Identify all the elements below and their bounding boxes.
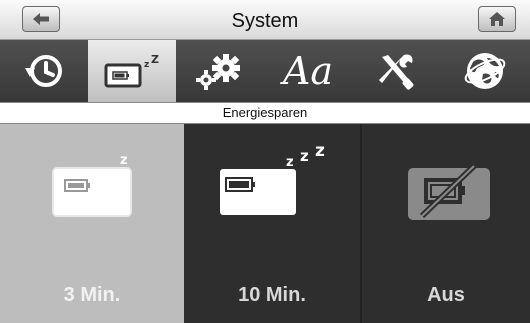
tab-font[interactable]: Aa: [264, 40, 352, 102]
battery-off-icon: [408, 163, 490, 220]
option-off[interactable]: Aus: [362, 124, 530, 323]
section-title: Energiesparen: [0, 102, 530, 124]
svg-text:Z: Z: [151, 53, 159, 66]
svg-text:z: z: [315, 142, 325, 161]
header-bar: System: [0, 0, 530, 40]
option-label: 10 Min.: [238, 284, 306, 306]
sleep-battery-icon: z z z: [218, 142, 325, 217]
tab-settings[interactable]: [176, 40, 264, 102]
svg-text:z: z: [120, 153, 128, 168]
sleep-battery-icon: z: [52, 153, 132, 217]
home-button[interactable]: [478, 6, 516, 32]
gears-icon: [196, 54, 240, 90]
clock-history-icon: [25, 55, 62, 87]
option-3-min[interactable]: z 3 Min.: [0, 124, 184, 323]
svg-text:z: z: [300, 147, 309, 165]
globe-icon: [464, 53, 506, 89]
option-label: Aus: [427, 284, 465, 306]
option-label: 3 Min.: [63, 284, 121, 306]
tab-power-saving[interactable]: z Z: [88, 40, 176, 102]
tab-language[interactable]: [440, 40, 530, 102]
tools-icon: [379, 54, 414, 90]
font-aa-icon: Aa: [282, 49, 334, 93]
page-title: System: [231, 10, 299, 32]
category-tab-bar: z Z Aa: [0, 40, 530, 102]
option-10-min[interactable]: z z z 10 Min.: [184, 124, 362, 323]
svg-text:z: z: [286, 155, 294, 170]
tab-time[interactable]: [0, 40, 88, 102]
home-icon: [489, 12, 505, 26]
tab-tools[interactable]: [352, 40, 440, 102]
svg-text:z: z: [144, 60, 149, 70]
power-saving-options: z 3 Min. z z z 10 Min. Aus: [0, 124, 530, 323]
sleep-battery-icon: z Z: [104, 53, 159, 88]
